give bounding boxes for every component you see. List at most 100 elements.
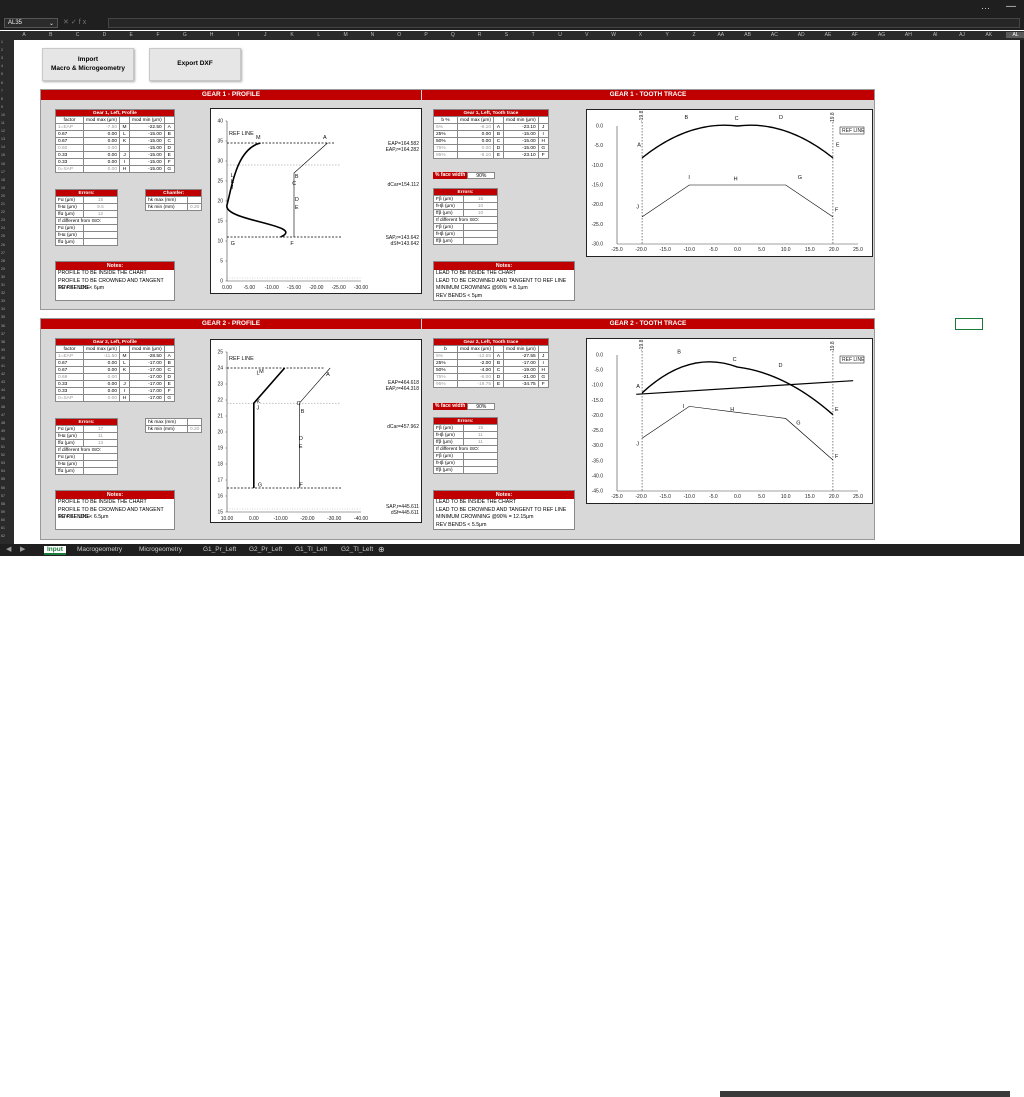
table-cell[interactable]: M xyxy=(119,352,131,360)
table-cell[interactable]: -8.10 xyxy=(456,123,495,131)
table-cell[interactable]: F xyxy=(163,387,175,395)
more-options-icon[interactable]: ··· xyxy=(981,3,990,13)
row-header[interactable]: 8 xyxy=(1,97,3,101)
table-cell[interactable]: -22.50 xyxy=(129,123,165,131)
confirm-icon[interactable]: ✓ xyxy=(71,19,79,26)
horizontal-scrollbar[interactable] xyxy=(720,1091,1010,1097)
iso-input[interactable] xyxy=(463,237,498,245)
table-cell[interactable]: 0.00 xyxy=(82,137,121,145)
column-header[interactable]: G xyxy=(175,32,195,38)
row-header[interactable]: 10 xyxy=(1,113,5,117)
iso-input[interactable] xyxy=(83,231,118,239)
table-cell[interactable]: -6.00 xyxy=(456,373,495,381)
row-header[interactable]: 43 xyxy=(1,380,5,384)
minimize-button[interactable]: — xyxy=(1006,1,1016,12)
notes-line[interactable]: PROFILE TO BE INSIDE THE CHART xyxy=(56,270,174,278)
table-cell[interactable]: 0.00 xyxy=(82,394,121,402)
table-cell[interactable]: 0.69 xyxy=(55,373,84,381)
table-cell[interactable]: 0.00 xyxy=(82,387,121,395)
table-cell[interactable] xyxy=(119,373,131,381)
notes-line[interactable] xyxy=(56,293,174,301)
row-header[interactable]: 57 xyxy=(1,494,5,498)
row-header[interactable]: 9 xyxy=(1,105,3,109)
table-cell[interactable]: I xyxy=(537,130,549,138)
column-header[interactable]: D xyxy=(94,32,114,38)
table-cell[interactable]: -23.10 xyxy=(503,151,539,159)
face-width-value[interactable]: 90% xyxy=(467,403,496,410)
notes-line[interactable]: LEAD TO BE CROWNED AND TANGENT TO REF LI… xyxy=(434,507,574,515)
error-value[interactable]: 15 xyxy=(83,196,118,204)
column-header[interactable]: H xyxy=(202,32,222,38)
row-header[interactable]: 62 xyxy=(1,534,5,538)
selected-cell[interactable] xyxy=(955,318,983,330)
table-cell[interactable]: A xyxy=(493,352,505,360)
table-cell[interactable]: A xyxy=(493,123,505,131)
column-header[interactable]: AI xyxy=(925,32,945,38)
error-value[interactable]: 10 xyxy=(463,209,498,217)
column-header[interactable]: T xyxy=(523,32,543,38)
table-cell[interactable]: 50% xyxy=(433,366,458,374)
table-cell[interactable]: 0.33 xyxy=(55,158,84,166)
table-cell[interactable]: 0.67 xyxy=(55,366,84,374)
table-cell[interactable]: H xyxy=(119,394,131,402)
row-header[interactable]: 35 xyxy=(1,315,5,319)
table-cell[interactable]: 0.00 xyxy=(82,158,121,166)
chamfer-value[interactable]: 0.20 xyxy=(186,425,203,433)
table-cell[interactable]: 0.00 xyxy=(82,144,121,152)
cancel-icon[interactable]: ✕ xyxy=(63,19,71,26)
table-cell[interactable]: -17.00 xyxy=(503,359,539,367)
table-cell[interactable]: -15.00 xyxy=(129,158,165,166)
notes-line[interactable]: PROFILE TO BE CROWNED AND TANGENT TO REF… xyxy=(56,507,174,521)
table-cell[interactable]: 0.67 xyxy=(55,137,84,145)
column-header[interactable]: AE xyxy=(818,32,838,38)
table-cell[interactable]: 0.33 xyxy=(55,151,84,159)
table-cell[interactable]: -7.50 xyxy=(82,123,121,131)
table-cell[interactable]: L xyxy=(119,130,131,138)
row-header[interactable]: 40 xyxy=(1,356,5,360)
row-header[interactable]: 53 xyxy=(1,461,5,465)
table-cell[interactable]: 0.67 xyxy=(55,130,84,138)
table-cell[interactable]: C xyxy=(163,366,175,374)
error-value[interactable]: 11 xyxy=(463,431,498,439)
column-header[interactable]: AC xyxy=(764,32,784,38)
row-header[interactable]: 38 xyxy=(1,340,5,344)
table-cell[interactable]: M xyxy=(119,123,131,131)
row-header[interactable]: 23 xyxy=(1,218,5,222)
column-header[interactable]: R xyxy=(470,32,490,38)
table-cell[interactable]: -15.00 xyxy=(503,137,539,145)
table-cell[interactable]: E xyxy=(493,380,505,388)
row-header[interactable]: 39 xyxy=(1,348,5,352)
error-value[interactable]: 11 xyxy=(83,432,118,440)
table-cell[interactable]: B xyxy=(163,130,175,138)
table-cell[interactable]: F xyxy=(537,380,549,388)
sheet-tab[interactable]: Input xyxy=(44,546,66,555)
row-header[interactable]: 11 xyxy=(1,121,5,125)
notes-line[interactable]: LEAD TO BE INSIDE THE CHART xyxy=(434,499,574,507)
error-value[interactable]: 11 xyxy=(463,438,498,446)
table-cell[interactable]: G xyxy=(537,373,549,381)
table-cell[interactable]: -19.00 xyxy=(503,366,539,374)
table-cell[interactable]: E xyxy=(163,380,175,388)
row-header[interactable]: 6 xyxy=(1,81,3,85)
table-cell[interactable]: -15.00 xyxy=(129,144,165,152)
notes-line[interactable]: PROFILE TO BE CROWNED AND TANGENT TO REF… xyxy=(56,278,174,292)
row-header[interactable]: 4 xyxy=(1,64,3,68)
sheet-tab[interactable]: Macrogeometry xyxy=(74,546,125,555)
row-header[interactable]: 19 xyxy=(1,186,5,190)
table-cell[interactable]: A xyxy=(163,123,175,131)
table-cell[interactable]: H xyxy=(537,137,549,145)
table-cell[interactable]: -19.75 xyxy=(456,380,495,388)
row-header[interactable]: 37 xyxy=(1,332,5,336)
table-cell[interactable]: -17.00 xyxy=(129,394,165,402)
row-header[interactable]: 58 xyxy=(1,502,5,506)
column-header[interactable]: U xyxy=(550,32,570,38)
table-cell[interactable]: 75% xyxy=(433,373,458,381)
row-header[interactable]: 49 xyxy=(1,429,5,433)
table-cell[interactable]: 5% xyxy=(433,123,458,131)
table-cell[interactable]: A xyxy=(163,352,175,360)
table-cell[interactable]: -15.00 xyxy=(129,151,165,159)
notes-line[interactable]: LEAD TO BE CROWNED AND TANGENT TO REF LI… xyxy=(434,278,574,286)
iso-input[interactable] xyxy=(83,453,118,461)
row-header[interactable]: 34 xyxy=(1,307,5,311)
row-header[interactable]: 30 xyxy=(1,275,5,279)
